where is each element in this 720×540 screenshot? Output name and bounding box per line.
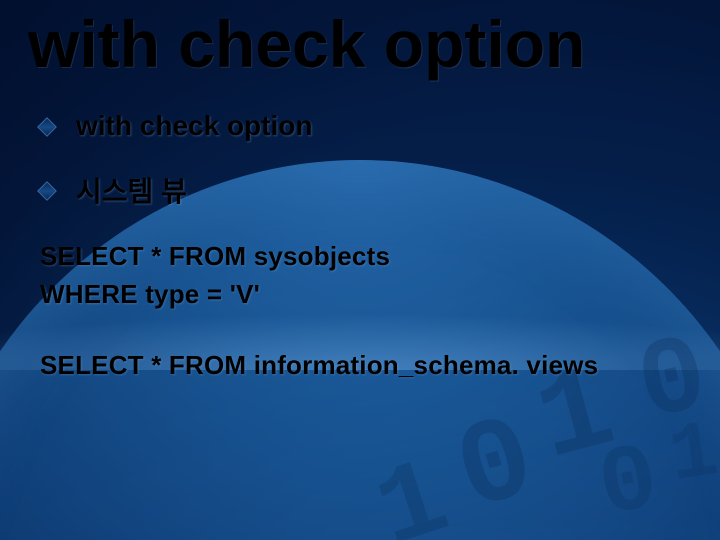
diamond-bullet-icon xyxy=(37,181,57,201)
bullet-item: 시스템 뷰 xyxy=(40,170,690,210)
sql-paragraph: SELECT * FROM information_schema. views xyxy=(40,347,690,385)
bullet-text: 시스템 뷰 xyxy=(76,170,187,210)
sql-paragraph: SELECT * FROM sysobjects WHERE type = 'V… xyxy=(40,238,690,313)
diamond-bullet-icon xyxy=(37,117,57,137)
bullet-text: with check option xyxy=(76,110,312,142)
slide-title: with check option xyxy=(28,6,585,82)
slide: 010101 with check option with check opti… xyxy=(0,0,720,540)
slide-body: with check option 시스템 뷰 SELECT * FROM sy… xyxy=(40,110,690,419)
bullet-item: with check option xyxy=(40,110,690,142)
